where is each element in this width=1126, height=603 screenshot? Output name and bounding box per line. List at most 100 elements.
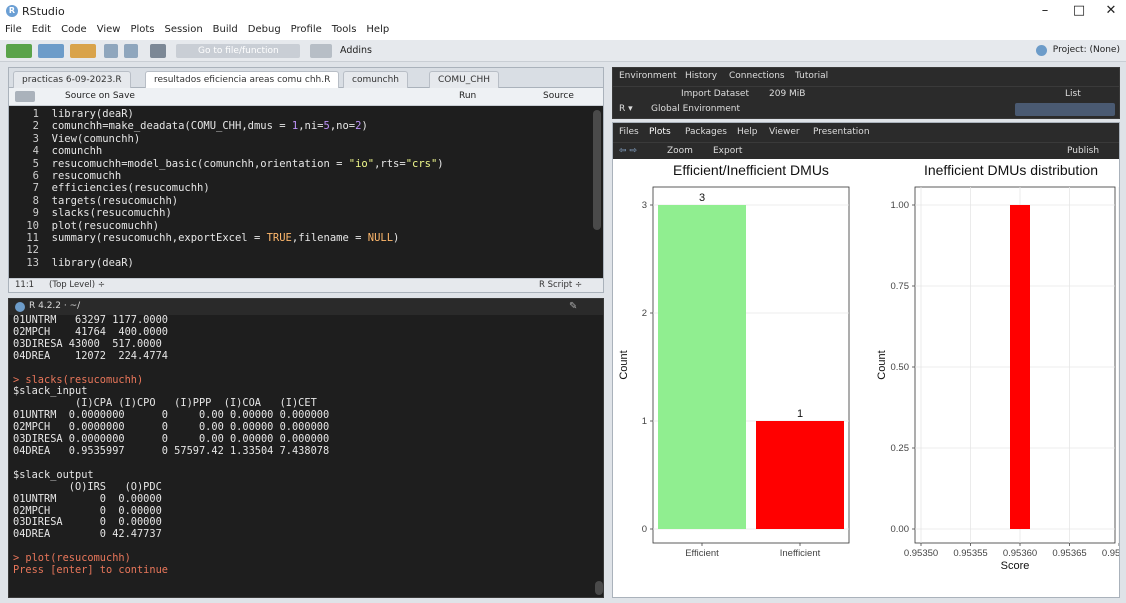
project-icon <box>1036 45 1047 56</box>
code-line[interactable]: 13 library(deaR) <box>11 257 444 269</box>
menu-edit[interactable]: Edit <box>27 22 56 35</box>
main-toolbar: Go to file/function Addins Project: (Non… <box>0 40 1126 62</box>
code-line[interactable]: 6 resucomuchh <box>11 170 444 182</box>
addins-menu[interactable]: Addins <box>340 45 372 56</box>
tab-comunchh[interactable]: comunchh <box>343 71 408 88</box>
publish-button[interactable]: Publish <box>1067 146 1099 156</box>
back-arrow-icon[interactable]: ⇦ ⇨ <box>619 146 637 156</box>
list-view-button[interactable]: List <box>1065 89 1081 99</box>
scope-indicator[interactable]: (Top Level) ÷ <box>49 280 105 290</box>
code-line[interactable]: 3 View(comunchh) <box>11 133 444 145</box>
code-line[interactable]: 11 summary(resucomuchh,exportExcel = TRU… <box>11 232 444 244</box>
line-number: 4 <box>32 145 39 158</box>
tab-packages[interactable]: Packages <box>685 127 727 137</box>
tab-help[interactable]: Help <box>737 127 758 137</box>
code-line[interactable]: 5 resucomuchh=model_basic(comunchh,orien… <box>11 158 444 170</box>
file-type-indicator[interactable]: R Script ÷ <box>539 280 582 290</box>
chart2-xlabel: Score <box>1001 560 1030 572</box>
code-token: efficiencies(resucomuchh) <box>51 182 210 195</box>
language-select[interactable]: R ▾ <box>619 104 633 114</box>
new-file-icon[interactable] <box>6 44 32 58</box>
print-icon[interactable] <box>150 44 166 58</box>
console-path: R 4.2.2 · ~/ <box>29 301 81 311</box>
console-line: > slacks(resucomuchh) <box>13 373 144 386</box>
tab-tutorial[interactable]: Tutorial <box>795 71 828 81</box>
line-number: 11 <box>26 232 39 245</box>
menu-build[interactable]: Build <box>208 22 243 35</box>
tab-files[interactable]: Files <box>619 127 639 137</box>
source-pane: practicas 6-09-2023.R resultados eficien… <box>8 67 604 293</box>
editor-scrollbar[interactable] <box>593 110 601 230</box>
clear-console-icon[interactable]: ✎ <box>569 301 577 312</box>
go-to-file-input[interactable]: Go to file/function <box>176 44 300 58</box>
console-output[interactable]: 01UNTRM 63297 1177.0000 02MPCH 41764 400.… <box>13 315 593 599</box>
project-menu[interactable]: Project: (None) <box>1053 45 1120 55</box>
minimize-button[interactable]: – <box>1032 3 1058 19</box>
chart2-ylabel: Count <box>876 350 888 379</box>
code-line[interactable]: 2 comunchh=make_deadata(COMU_CHH,dmus = … <box>11 120 444 132</box>
code-line[interactable]: 1 library(deaR) <box>11 108 444 120</box>
line-number: 2 <box>32 120 39 133</box>
code-line[interactable]: 10 plot(resucomuchh) <box>11 220 444 232</box>
tab-comu-chh[interactable]: COMU_CHH <box>429 71 500 88</box>
code-token: make_deadata <box>108 120 185 133</box>
open-file-icon[interactable] <box>70 44 96 58</box>
source-on-save-checkbox[interactable]: Source on Save <box>65 91 135 101</box>
console-line: (O)IRS (O)PDC <box>13 480 162 493</box>
code-editor[interactable]: 1 library(deaR) 2 comunchh=make_deadata(C… <box>9 106 603 278</box>
menu-profile[interactable]: Profile <box>286 22 327 35</box>
code-token: ) <box>393 232 400 245</box>
menu-help[interactable]: Help <box>361 22 394 35</box>
tab-practicas[interactable]: practicas 6-09-2023.R <box>13 71 131 88</box>
zoom-button[interactable]: Zoom <box>667 146 693 156</box>
menu-tools[interactable]: Tools <box>327 22 362 35</box>
menu-debug[interactable]: Debug <box>243 22 286 35</box>
line-number: 5 <box>32 157 39 170</box>
code-line[interactable]: 7 efficiencies(resucomuchh) <box>11 182 444 194</box>
new-project-icon[interactable] <box>38 44 64 58</box>
tab-plots[interactable]: Plots <box>649 127 671 137</box>
tab-connections[interactable]: Connections <box>729 71 785 81</box>
plots-toolbar: ⇦ ⇨ Zoom Export Publish <box>613 142 1119 159</box>
code-token: library <box>51 108 96 120</box>
maximize-button[interactable]: □ <box>1066 3 1092 19</box>
tab-presentation[interactable]: Presentation <box>813 127 870 137</box>
menu-view[interactable]: View <box>92 22 126 35</box>
tab-environment[interactable]: Environment <box>619 71 676 81</box>
tab-viewer[interactable]: Viewer <box>769 127 800 137</box>
code-token: ,rts= <box>374 157 406 170</box>
save-all-icon[interactable] <box>124 44 138 58</box>
source-button[interactable]: Source <box>543 91 574 101</box>
run-button[interactable]: Run <box>459 91 476 101</box>
env-scope-bar: R ▾ Global Environment <box>613 102 1119 118</box>
scope-select[interactable]: Global Environment <box>651 104 740 114</box>
close-button[interactable]: ✕ <box>1098 3 1124 19</box>
code-line[interactable]: 8 targets(resucomuchh) <box>11 195 444 207</box>
tab-history[interactable]: History <box>685 71 717 81</box>
back-forward-icon[interactable] <box>15 91 35 102</box>
env-search-input[interactable] <box>1015 103 1115 116</box>
menu-code[interactable]: Code <box>56 22 92 35</box>
menu-file[interactable]: File <box>0 22 27 35</box>
chart1-ylabel: Count <box>618 350 630 379</box>
chart1-xtick-label: Inefficient <box>780 548 821 559</box>
console-line: Press [enter] to continue <box>13 564 168 577</box>
import-dataset-button[interactable]: Import Dataset <box>681 89 749 99</box>
export-menu[interactable]: Export <box>713 146 742 156</box>
console-line: 04DREA 12072 224.4774 <box>13 349 168 362</box>
grid-icon[interactable] <box>310 44 332 58</box>
save-icon[interactable] <box>104 44 118 58</box>
menu-session[interactable]: Session <box>160 22 208 35</box>
tab-resultados[interactable]: resultados eficiencia areas comu chh.R <box>145 71 340 88</box>
code-line[interactable]: 12 <box>11 244 444 256</box>
code-token: plot(resucomuchh) <box>51 219 160 232</box>
code-line[interactable]: 9 slacks(resucomuchh) <box>11 207 444 219</box>
code-token: resucomuchh <box>51 170 122 183</box>
menu-plots[interactable]: Plots <box>125 22 159 35</box>
console-scrollbar[interactable] <box>595 581 603 595</box>
r-logo-icon <box>15 302 25 312</box>
code-line[interactable]: 4 comunchh <box>11 145 444 157</box>
code-token: (deaR) <box>95 108 134 120</box>
code-token: View(comunchh) <box>51 132 141 145</box>
memory-usage[interactable]: 209 MiB <box>769 89 805 99</box>
